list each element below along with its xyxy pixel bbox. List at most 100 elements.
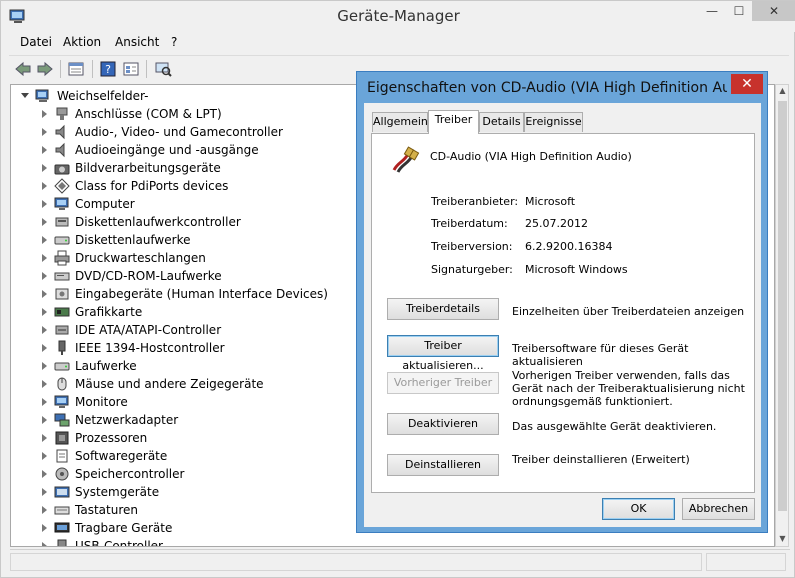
tree-item[interactable]: Tragbare Geräte [11,519,351,537]
speaker-icon [54,124,70,140]
drive-icon [54,232,70,248]
optical-drive-icon [54,268,70,284]
expand-icon[interactable] [42,344,47,352]
expand-icon[interactable] [42,182,47,190]
tree-item[interactable]: Netzwerkadapter [11,411,351,429]
tree-scrollbar[interactable]: ▲ ▼ [775,84,789,547]
diamond-icon [54,178,70,194]
tree-item-label: Tastaturen [75,503,138,517]
tree-item[interactable]: Tastaturen [11,501,351,519]
ide-icon [54,322,70,338]
scan-hardware-icon[interactable] [154,60,172,78]
expand-icon[interactable] [42,218,47,226]
expand-icon[interactable] [42,380,47,388]
tree-item[interactable]: Bildverarbeitungsgeräte [11,159,351,177]
menu-datei[interactable]: Datei [20,35,52,49]
tab-allgemein[interactable]: Allgemein [372,112,428,132]
collapse-icon[interactable] [21,93,29,98]
menu-help[interactable]: ? [171,35,177,49]
menu-ansicht[interactable]: Ansicht [115,35,159,49]
update-driver-desc: Treibersoftware für dieses Gerät aktuali… [512,342,689,368]
tree-item[interactable]: Audioeingänge und -ausgänge [11,141,351,159]
tree-item-label: USB-Controller [75,539,163,547]
maximize-button[interactable]: ☐ [726,1,752,21]
tree-item-label: Audio-, Video- und Gamecontroller [75,125,283,139]
device-name: CD-Audio (VIA High Definition Audio) [430,150,632,163]
tree-item[interactable]: Audio-, Video- und Gamecontroller [11,123,351,141]
expand-icon[interactable] [42,488,47,496]
tree-item[interactable]: Eingabegeräte (Human Interface Devices) [11,285,351,303]
tree-item[interactable]: Diskettenlaufwerkcontroller [11,213,351,231]
expand-icon[interactable] [42,524,47,532]
details-icon[interactable] [122,60,140,78]
audio-cable-icon [390,144,420,174]
expand-icon[interactable] [42,272,47,280]
scroll-down-icon[interactable]: ▼ [777,534,788,545]
tree-item[interactable]: Monitore [11,393,351,411]
tree-item[interactable]: Softwaregeräte [11,447,351,465]
update-driver-button[interactable]: Treiber aktualisieren... [387,335,499,372]
expand-icon[interactable] [42,110,47,118]
tree-item[interactable]: Prozessoren [11,429,351,447]
help-icon[interactable]: ? [99,60,117,78]
tree-item[interactable]: Systemgeräte [11,483,351,501]
tab-details[interactable]: Details [479,112,524,132]
tree-item-label: Druckwarteschlangen [75,251,206,265]
expand-icon[interactable] [42,470,47,478]
svg-text:?: ? [105,63,111,76]
scroll-up-icon[interactable]: ▲ [777,86,788,97]
expand-icon[interactable] [42,200,47,208]
forward-icon[interactable] [36,60,54,78]
expand-icon[interactable] [42,452,47,460]
tree-item-label: Mäuse und andere Zeigegeräte [75,377,264,391]
tree-item[interactable]: DVD/CD-ROM-Laufwerke [11,267,351,285]
driver-tab-panel: CD-Audio (VIA High Definition Audio) Tre… [371,133,755,493]
expand-icon[interactable] [42,236,47,244]
expand-icon[interactable] [42,164,47,172]
close-button[interactable]: ✕ [752,1,795,21]
tree-item-label: Audioeingänge und -ausgänge [75,143,259,157]
tree-item[interactable]: Class for PdiPorts devices [11,177,351,195]
tree-item[interactable]: Grafikkarte [11,303,351,321]
expand-icon[interactable] [42,434,47,442]
tree-item[interactable]: Computer [11,195,351,213]
tree-item[interactable]: Diskettenlaufwerke [11,231,351,249]
expand-icon[interactable] [42,416,47,424]
tree-item-label: Anschlüsse (COM & LPT) [75,107,222,121]
tree-item-label: IDE ATA/ATAPI-Controller [75,323,222,337]
minimize-button[interactable]: — [698,1,726,21]
ok-button[interactable]: OK [602,498,675,520]
tree-item[interactable]: USB-Controller [11,537,351,547]
camera-icon [54,160,70,176]
tree-item[interactable]: IEEE 1394-Hostcontroller [11,339,351,357]
uninstall-button[interactable]: Deinstallieren [387,454,499,476]
tab-treiber[interactable]: Treiber [428,110,479,134]
tree-item[interactable]: Mäuse und andere Zeigegeräte [11,375,351,393]
expand-icon[interactable] [42,254,47,262]
expand-icon[interactable] [42,146,47,154]
tab-ereignisse[interactable]: Ereignisse [524,112,583,132]
tree-item[interactable]: Laufwerke [11,357,351,375]
back-icon[interactable] [14,60,32,78]
driver-details-button[interactable]: Treiberdetails [387,298,499,320]
expand-icon[interactable] [42,290,47,298]
menu-aktion[interactable]: Aktion [63,35,101,49]
cancel-button[interactable]: Abbrechen [682,498,755,520]
expand-icon[interactable] [42,362,47,370]
expand-icon[interactable] [42,398,47,406]
expand-icon[interactable] [42,308,47,316]
scroll-thumb[interactable] [778,101,787,511]
tree-root[interactable]: Weichselfelder- [11,87,351,105]
expand-icon[interactable] [42,326,47,334]
tree-item[interactable]: Anschlüsse (COM & LPT) [11,105,351,123]
expand-icon[interactable] [42,128,47,136]
disable-button[interactable]: Deaktivieren [387,413,499,435]
tree-item[interactable]: Druckwarteschlangen [11,249,351,267]
tree-item[interactable]: Speichercontroller [11,465,351,483]
expand-icon[interactable] [42,506,47,514]
tree-item-label: Grafikkarte [75,305,143,319]
tree-item[interactable]: IDE ATA/ATAPI-Controller [11,321,351,339]
expand-icon[interactable] [42,542,47,546]
dialog-close-button[interactable]: ✕ [731,74,763,94]
properties-icon[interactable] [67,60,85,78]
